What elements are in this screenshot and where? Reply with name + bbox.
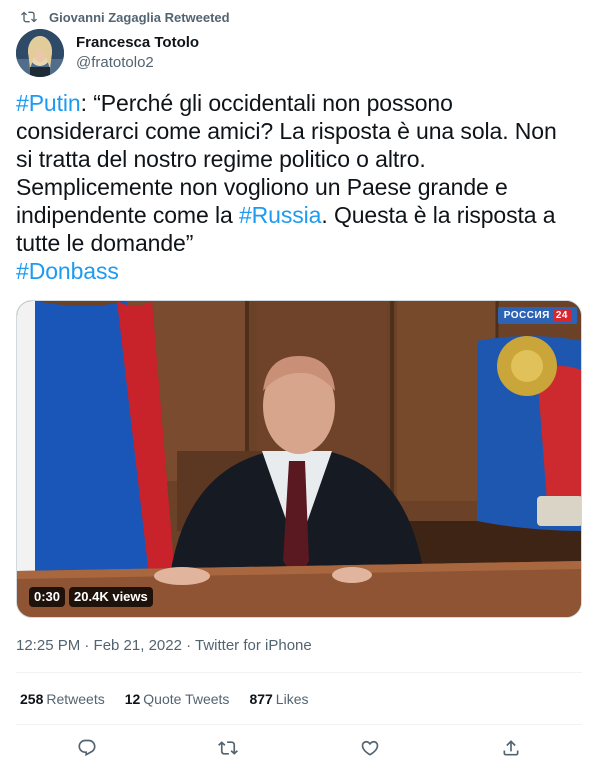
retweet-icon[interactable] [216, 736, 240, 760]
video-frame [17, 301, 581, 617]
retweeted-by[interactable]: Giovanni Zagaglia Retweeted [21, 8, 230, 26]
tweet-line: tutte le domande” [16, 230, 194, 256]
reply-icon[interactable] [75, 736, 99, 760]
channel-logo: РОССИЯ 24 [497, 307, 577, 324]
retweeted-by-label: Giovanni Zagaglia Retweeted [49, 9, 230, 25]
tweet-stats: 258 Retweets 12 Quote Tweets 877 Likes [20, 689, 308, 709]
video-views: 20.4K views [69, 587, 153, 607]
hashtag-putin[interactable]: #Putin [16, 90, 81, 116]
display-name[interactable]: Francesca Totolo [76, 33, 199, 53]
divider [16, 724, 582, 725]
share-icon[interactable] [499, 736, 523, 760]
video-duration: 0:30 [29, 587, 66, 607]
retweets-stat[interactable]: 258 Retweets [20, 689, 105, 709]
handle[interactable]: @fratotolo2 [76, 53, 199, 73]
divider [16, 672, 582, 673]
quote-tweets-stat[interactable]: 12 Quote Tweets [125, 689, 230, 709]
likes-stat[interactable]: 877 Likes [249, 689, 308, 709]
hashtag-donbass[interactable]: #Donbass [16, 258, 119, 284]
tweet-line: indipendente come la #Russia. Questa è l… [16, 202, 556, 228]
retweet-icon [21, 9, 37, 25]
tweet-line: considerarci come amici? La risposta è u… [16, 118, 557, 144]
video-meta: 0:30 20.4K views [29, 587, 153, 607]
tweet-line: #Donbass [16, 257, 582, 285]
like-icon[interactable] [358, 736, 382, 760]
avatar[interactable] [16, 29, 64, 77]
tweet-text: #Putin: “Perché gli occidentali non poss… [16, 89, 582, 285]
tweet-actions [16, 736, 582, 760]
tweet-timestamp[interactable]: 12:25 PM · Feb 21, 2022 · Twitter for iP… [16, 636, 312, 656]
tweet-author[interactable]: Francesca Totolo @fratotolo2 [16, 29, 199, 77]
tweet-line: #Putin: “Perché gli occidentali non poss… [16, 90, 453, 116]
hashtag-russia[interactable]: #Russia [239, 202, 322, 228]
tweet-line: Semplicemente non vogliono un Paese gran… [16, 174, 508, 200]
tweet-line: si tratta del nostro regime politico o a… [16, 146, 426, 172]
video-player[interactable]: РОССИЯ 24 0:30 20.4K views [16, 300, 582, 618]
